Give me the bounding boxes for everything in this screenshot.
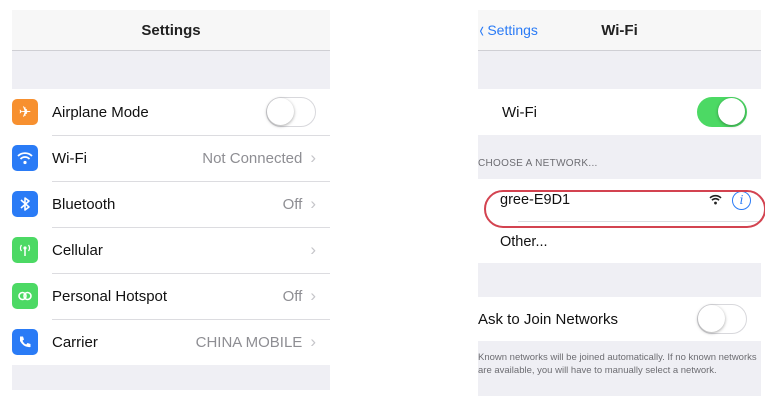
- network-name: Other...: [500, 234, 548, 250]
- wifi-navbar: ‹ Settings Wi-Fi: [478, 10, 761, 51]
- settings-row-personal-hotspot[interactable]: Personal Hotspot Off ›: [12, 273, 330, 319]
- row-label: Personal Hotspot: [52, 287, 168, 305]
- row-value: Off: [282, 287, 303, 305]
- settings-screen: Settings ✈ Airplane Mode Wi-Fi Not Conne…: [12, 10, 330, 390]
- section-header: CHOOSE A NETWORK...: [478, 135, 761, 179]
- page-title: Wi-Fi: [601, 21, 638, 39]
- back-label: Settings: [487, 22, 538, 38]
- row-value: Off: [282, 195, 303, 213]
- row-label: Wi-Fi: [502, 103, 537, 121]
- ask-to-join-row[interactable]: Ask to Join Networks: [478, 297, 761, 341]
- back-button[interactable]: ‹ Settings: [478, 10, 538, 50]
- phone-icon: [12, 329, 38, 355]
- section-gap: [12, 51, 330, 89]
- chevron-right-icon: ›: [310, 240, 316, 259]
- airplane-icon: ✈: [12, 99, 38, 125]
- ask-to-join-toggle[interactable]: [697, 304, 747, 334]
- wifi-toggle[interactable]: [697, 97, 747, 127]
- settings-row-cellular[interactable]: Cellular ›: [12, 227, 330, 273]
- page-title: Settings: [141, 21, 201, 39]
- chevron-right-icon: ›: [310, 194, 316, 213]
- info-icon[interactable]: i: [732, 190, 751, 210]
- bluetooth-icon: [12, 191, 38, 217]
- wifi-signal-icon: [709, 193, 722, 208]
- chevron-left-icon: ‹: [479, 17, 484, 42]
- row-label: Cellular: [52, 241, 103, 259]
- chevron-right-icon: ›: [310, 332, 316, 351]
- row-label: Wi-Fi: [52, 149, 87, 167]
- row-label: Bluetooth: [52, 195, 116, 213]
- row-value: CHINA MOBILE: [195, 333, 303, 351]
- network-row-other[interactable]: Other...: [478, 221, 761, 263]
- row-value: Not Connected: [202, 149, 303, 167]
- wifi-toggle-list: Wi-Fi: [478, 89, 761, 135]
- toggle-knob: [698, 305, 725, 332]
- row-label: Ask to Join Networks: [478, 310, 619, 328]
- cellular-icon: [12, 237, 38, 263]
- section-gap: [478, 51, 761, 89]
- network-name: gree-E9D1: [500, 192, 571, 208]
- settings-row-wifi[interactable]: Wi-Fi Not Connected ›: [12, 135, 330, 181]
- toggle-knob: [267, 98, 294, 125]
- row-label: Airplane Mode: [52, 103, 149, 121]
- section-gap: [478, 263, 761, 297]
- airplane-mode-toggle[interactable]: [266, 97, 316, 127]
- hotspot-icon: [12, 283, 38, 309]
- footnote: Known networks will be joined automatica…: [478, 341, 761, 377]
- row-label: Carrier: [52, 333, 98, 351]
- settings-list: ✈ Airplane Mode Wi-Fi Not Connected › Bl…: [12, 89, 330, 365]
- wifi-screen: ‹ Settings Wi-Fi Wi-Fi CHOOSE A NETWORK.…: [478, 10, 765, 396]
- chevron-right-icon: ›: [310, 148, 316, 167]
- toggle-knob: [718, 98, 745, 125]
- wifi-icon: [12, 145, 38, 171]
- chevron-right-icon: ›: [310, 286, 316, 305]
- settings-row-carrier[interactable]: Carrier CHINA MOBILE ›: [12, 319, 330, 365]
- wifi-toggle-row[interactable]: Wi-Fi: [478, 89, 761, 135]
- ask-join-list: Ask to Join Networks: [478, 297, 761, 341]
- network-list: gree-E9D1 i Other...: [478, 179, 761, 263]
- settings-row-airplane-mode[interactable]: ✈ Airplane Mode: [12, 89, 330, 135]
- network-row[interactable]: gree-E9D1 i: [478, 179, 761, 221]
- settings-navbar: Settings: [12, 10, 330, 51]
- settings-row-bluetooth[interactable]: Bluetooth Off ›: [12, 181, 330, 227]
